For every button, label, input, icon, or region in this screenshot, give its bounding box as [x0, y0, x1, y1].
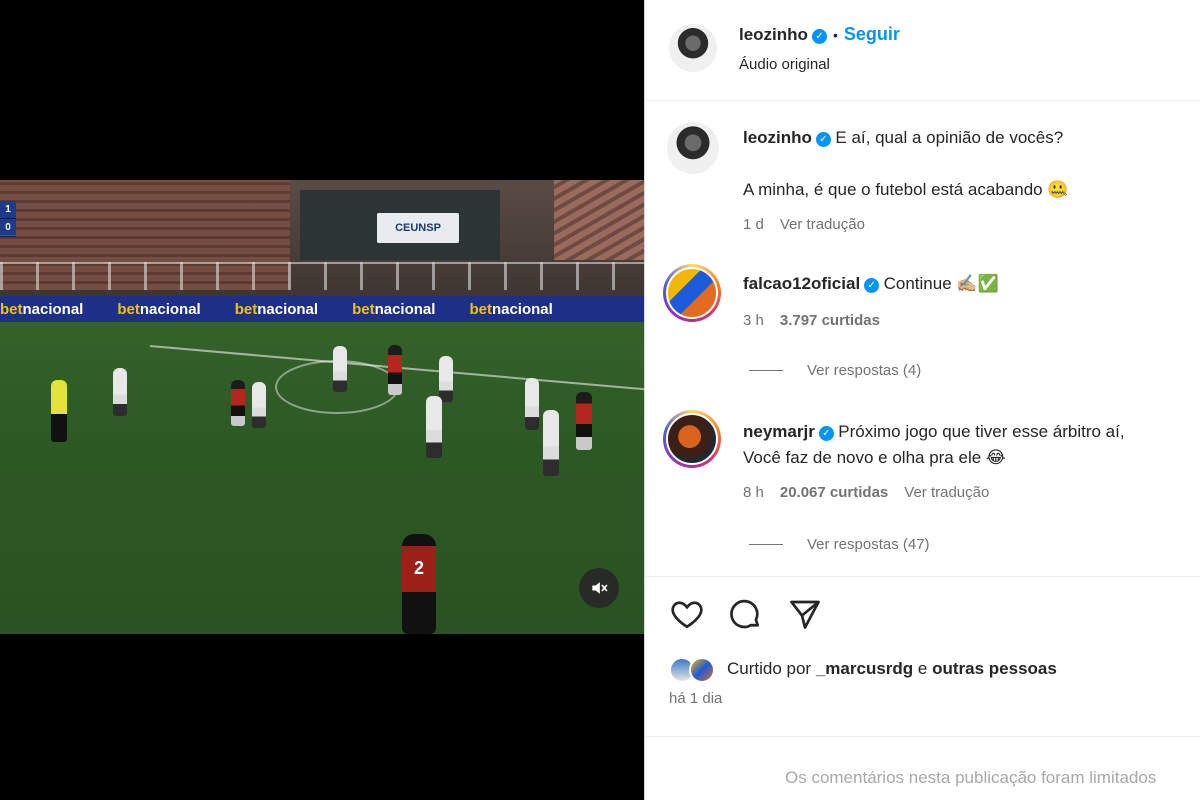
translate-link[interactable]: Ver tradução [780, 216, 865, 233]
audio-label[interactable]: Áudio original [739, 56, 830, 73]
player [333, 346, 347, 392]
footer-divider [645, 736, 1200, 737]
liked-by-others[interactable]: outras pessoas [932, 659, 1057, 678]
liked-by-conj: e [917, 659, 928, 678]
player [439, 356, 453, 402]
post-header: leozinho ✓ • Seguir Áudio original [645, 0, 1200, 101]
caption-text-2: A minha, é que o futebol está acabando 🤐 [743, 180, 1069, 199]
comment-text-2: Você faz de novo e olha pra ele 😂 [743, 448, 1006, 467]
comment-button[interactable] [727, 596, 763, 637]
speaker-muted-icon [592, 582, 608, 594]
player [525, 378, 539, 430]
scoreboard: 1 0 [0, 201, 16, 237]
caption-meta: 1 d Ver tradução [743, 216, 881, 233]
caption-time[interactable]: 1 d [743, 216, 764, 233]
comment-line: neymarjr ✓ Próximo jogo que tiver esse ár… [743, 422, 1125, 442]
score-home: 1 [0, 201, 16, 219]
stadium-fence [0, 262, 644, 290]
caption-username[interactable]: leozinho [743, 128, 812, 147]
player [231, 380, 245, 426]
comment-line: falcao12oficial ✓ Continue ✍🏼✅ [743, 274, 999, 294]
action-divider [645, 576, 1200, 578]
foreground-player: 2 [402, 534, 436, 634]
verified-badge-icon: ✓ [815, 132, 831, 147]
replies-line [749, 544, 783, 545]
post-time[interactable]: há 1 dia [669, 690, 722, 707]
stadium-sign: CEUNSP [377, 213, 459, 243]
mute-button[interactable] [579, 568, 619, 608]
replies-label: Ver respostas (47) [807, 536, 930, 553]
header-username[interactable]: leozinho [739, 25, 808, 44]
post-panel: leozinho ✓ • Seguir Áudio original leozinho… [644, 0, 1200, 800]
ad-text: betnacional [234, 300, 319, 318]
comment-text: Próximo jogo que tiver esse árbitro aí, [838, 422, 1125, 441]
follow-button[interactable]: Seguir [844, 24, 900, 44]
comment-text: Continue ✍🏼✅ [883, 274, 999, 293]
verified-badge-icon: ✓ [811, 29, 827, 44]
avatar-image [666, 267, 718, 319]
comment-meta: 3 h 3.797 curtidas [743, 312, 896, 329]
player [426, 396, 442, 458]
liked-by-prefix: Curtido por [727, 659, 812, 678]
verified-badge-icon: ✓ [864, 278, 880, 293]
caption-line: leozinho ✓ E aí, qual a opinião de vocês? [743, 128, 1063, 148]
replies-label: Ver respostas (4) [807, 362, 922, 379]
liker-avatar[interactable] [689, 657, 715, 683]
comment-time[interactable]: 8 h [743, 484, 764, 501]
ad-text: betnacional [117, 300, 201, 318]
translate-link[interactable]: Ver tradução [904, 484, 989, 501]
comment-username[interactable]: neymarjr [743, 422, 815, 441]
send-icon [790, 600, 820, 629]
score-away: 0 [0, 219, 16, 237]
player [113, 368, 127, 416]
comment-username[interactable]: falcao12oficial [743, 274, 860, 293]
referee [51, 380, 67, 442]
avatar[interactable] [669, 24, 717, 72]
caption-text: E aí, qual a opinião de vocês? [835, 128, 1064, 147]
comment-meta: 8 h 20.067 curtidas Ver tradução [743, 484, 1005, 501]
avatar[interactable] [667, 122, 719, 174]
comments-limited-notice: Os comentários nesta publicação foram li… [785, 768, 1157, 787]
comment-time[interactable]: 3 h [743, 312, 764, 329]
liked-by-user[interactable]: _marcusrdg [816, 659, 913, 678]
comment-icon [730, 599, 760, 629]
ad-text: betnacional [352, 300, 436, 318]
player [576, 392, 592, 450]
comment-likes[interactable]: 20.067 curtidas [780, 484, 888, 501]
share-button[interactable] [787, 596, 823, 637]
verified-badge-icon: ✓ [818, 426, 834, 441]
like-button[interactable] [669, 596, 705, 637]
ad-text: betnacional [469, 300, 553, 318]
avatar[interactable] [663, 264, 721, 322]
replies-line [749, 370, 783, 371]
avatar[interactable] [663, 410, 721, 468]
liked-by-summary[interactable]: Curtido por _marcusrdg e outras pessoas [727, 659, 1057, 679]
heart-icon [671, 601, 703, 629]
separator: • [832, 27, 838, 43]
ad-board: betnacional betnacional betnacional betn… [0, 296, 644, 322]
player [252, 382, 266, 428]
comment-likes[interactable]: 3.797 curtidas [780, 312, 880, 329]
player [388, 345, 402, 395]
media-pane: CEUNSP betnacional betnacional betnacion… [0, 0, 669, 800]
view-replies-button[interactable]: Ver respostas (4) [749, 362, 921, 379]
player [543, 410, 559, 476]
view-replies-button[interactable]: Ver respostas (47) [749, 536, 930, 553]
avatar-image [666, 413, 718, 465]
header-user-line: leozinho ✓ • Seguir [739, 24, 900, 45]
ad-text: betnacional [0, 300, 84, 318]
